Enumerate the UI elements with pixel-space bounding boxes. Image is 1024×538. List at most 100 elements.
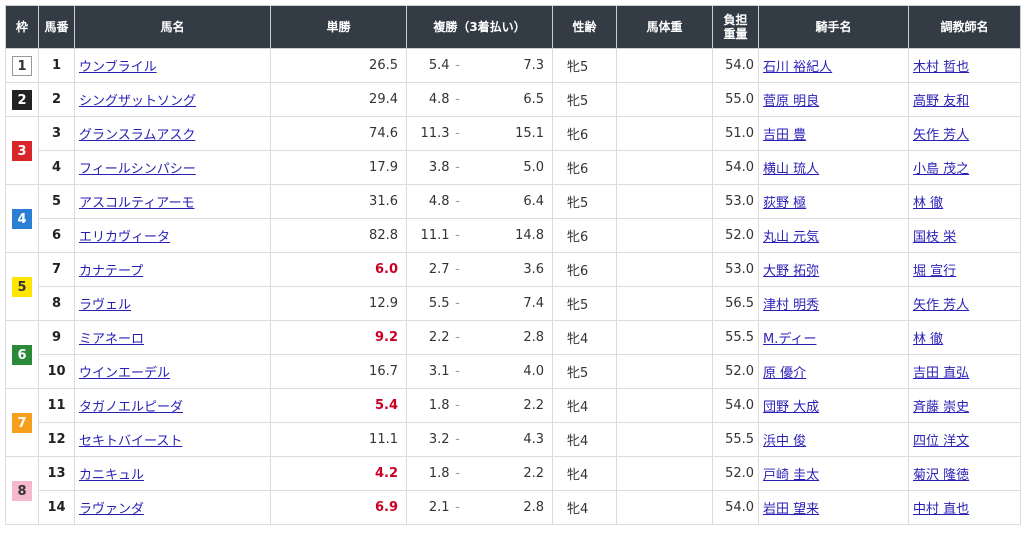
jockey-name-link[interactable]: 岩田 望来 bbox=[763, 502, 819, 517]
trainer-name[interactable]: 堀 宣行 bbox=[908, 252, 1022, 287]
jockey-name-link[interactable]: 大野 拓弥 bbox=[763, 264, 819, 279]
fukusho-min: 4.8 bbox=[406, 82, 452, 117]
jockey-name-link[interactable]: 戸崎 圭太 bbox=[763, 468, 819, 483]
horse-name[interactable]: エリカヴィータ bbox=[74, 218, 271, 253]
sex-age: 牝5 bbox=[552, 82, 618, 117]
fukusho-separator: - bbox=[451, 82, 464, 117]
trainer-name-link[interactable]: 菊沢 隆徳 bbox=[913, 468, 969, 483]
jockey-name[interactable]: 横山 琉人 bbox=[758, 150, 910, 185]
header-jockey: 騎手名 bbox=[758, 5, 910, 49]
jockey-name[interactable]: 団野 大成 bbox=[758, 388, 910, 423]
trainer-name[interactable]: 高野 友和 bbox=[908, 82, 1022, 117]
fukusho-max: 2.2 bbox=[463, 388, 554, 423]
tansho-odds: 6.9 bbox=[270, 490, 407, 525]
jockey-name-link[interactable]: 菅原 明良 bbox=[763, 94, 819, 109]
trainer-name-link[interactable]: 矢作 芳人 bbox=[913, 298, 969, 313]
horse-name-link[interactable]: ラヴァンダ bbox=[79, 502, 144, 517]
horse-name-link[interactable]: ミアネーロ bbox=[79, 332, 144, 347]
trainer-name-link[interactable]: 高野 友和 bbox=[913, 94, 969, 109]
horse-name-link[interactable]: タガノエルピーダ bbox=[79, 400, 183, 415]
jockey-name-link[interactable]: 原 優介 bbox=[763, 366, 806, 381]
horse-name-link[interactable]: グランスラムアスク bbox=[79, 128, 195, 143]
fukusho-separator: - bbox=[451, 150, 464, 185]
fukusho-max: 4.0 bbox=[463, 354, 554, 389]
trainer-name-link[interactable]: 小島 茂之 bbox=[913, 162, 969, 177]
jockey-name-link[interactable]: 団野 大成 bbox=[763, 400, 819, 415]
horse-name-link[interactable]: アスコルティアーモ bbox=[79, 196, 194, 211]
horse-name[interactable]: グランスラムアスク bbox=[74, 116, 271, 151]
trainer-name-link[interactable]: 堀 宣行 bbox=[913, 264, 956, 279]
horse-name[interactable]: ウインエーデル bbox=[74, 354, 271, 389]
jockey-name-link[interactable]: 浜中 俊 bbox=[763, 434, 806, 449]
trainer-name[interactable]: 斉藤 崇史 bbox=[908, 388, 1022, 423]
horse-name[interactable]: ウンブライル bbox=[74, 48, 271, 83]
trainer-name-link[interactable]: 国枝 栄 bbox=[913, 230, 956, 245]
fukusho-separator: - bbox=[451, 388, 464, 423]
trainer-name-link[interactable]: 林 徹 bbox=[913, 196, 943, 211]
trainer-name[interactable]: 国枝 栄 bbox=[908, 218, 1022, 253]
trainer-name[interactable]: 小島 茂之 bbox=[908, 150, 1022, 185]
trainer-name[interactable]: 木村 哲也 bbox=[908, 48, 1022, 83]
jockey-name[interactable]: M.ディー bbox=[758, 320, 910, 355]
horse-name-link[interactable]: ラヴェル bbox=[79, 298, 131, 313]
horse-name[interactable]: アスコルティアーモ bbox=[74, 184, 271, 219]
horse-name[interactable]: ミアネーロ bbox=[74, 320, 271, 355]
trainer-name[interactable]: 林 徹 bbox=[908, 320, 1022, 355]
trainer-name[interactable]: 菊沢 隆徳 bbox=[908, 456, 1022, 491]
horse-name[interactable]: フィールシンパシー bbox=[74, 150, 271, 185]
jockey-name[interactable]: 岩田 望来 bbox=[758, 490, 910, 525]
trainer-name-link[interactable]: 木村 哲也 bbox=[913, 60, 969, 75]
jockey-name-link[interactable]: 津村 明秀 bbox=[763, 298, 819, 313]
jockey-name[interactable]: 原 優介 bbox=[758, 354, 910, 389]
jockey-name[interactable]: 石川 裕紀人 bbox=[758, 48, 910, 83]
jockey-name-link[interactable]: 吉田 豊 bbox=[763, 128, 806, 143]
trainer-name-link[interactable]: 吉田 直弘 bbox=[913, 366, 969, 381]
jockey-name[interactable]: 大野 拓弥 bbox=[758, 252, 910, 287]
trainer-name[interactable]: 矢作 芳人 bbox=[908, 286, 1022, 321]
table-body: 1 1 ウンブライル 26.5 5.4-7.3 牝5 54.0 石川 裕紀人 木村 哲也 2 2 シン… bbox=[5, 48, 1022, 525]
horse-name[interactable]: タガノエルピーダ bbox=[74, 388, 271, 423]
sex-age: 牝5 bbox=[552, 354, 618, 389]
jockey-name[interactable]: 浜中 俊 bbox=[758, 422, 910, 457]
jockey-name[interactable]: 荻野 極 bbox=[758, 184, 910, 219]
jockey-name[interactable]: 戸崎 圭太 bbox=[758, 456, 910, 491]
jockey-name-link[interactable]: 横山 琉人 bbox=[763, 162, 819, 177]
horse-name[interactable]: ラヴェル bbox=[74, 286, 271, 321]
fukusho-min: 11.1 bbox=[406, 218, 452, 253]
trainer-name-link[interactable]: 四位 洋文 bbox=[913, 434, 969, 449]
jockey-name[interactable]: 津村 明秀 bbox=[758, 286, 910, 321]
sex-age: 牝5 bbox=[552, 184, 618, 219]
horse-name[interactable]: ラヴァンダ bbox=[74, 490, 271, 525]
jockey-name-link[interactable]: 荻野 極 bbox=[763, 196, 806, 211]
horse-name[interactable]: セキトバイースト bbox=[74, 422, 271, 457]
horse-name-link[interactable]: フィールシンパシー bbox=[79, 162, 196, 177]
horse-name-link[interactable]: エリカヴィータ bbox=[79, 230, 170, 245]
trainer-name[interactable]: 吉田 直弘 bbox=[908, 354, 1022, 389]
jockey-name-link[interactable]: 丸山 元気 bbox=[763, 230, 819, 245]
trainer-name[interactable]: 四位 洋文 bbox=[908, 422, 1022, 457]
horse-name[interactable]: シングザットソング bbox=[74, 82, 271, 117]
trainer-name-link[interactable]: 林 徹 bbox=[913, 332, 943, 347]
jockey-name-link[interactable]: M.ディー bbox=[763, 332, 816, 347]
horse-name-link[interactable]: シングザットソング bbox=[79, 94, 196, 109]
trainer-name[interactable]: 林 徹 bbox=[908, 184, 1022, 219]
trainer-name[interactable]: 矢作 芳人 bbox=[908, 116, 1022, 151]
horse-name-link[interactable]: ウンブライル bbox=[79, 60, 157, 75]
fukusho-min: 2.7 bbox=[406, 252, 452, 287]
horse-name-link[interactable]: セキトバイースト bbox=[79, 434, 182, 449]
jockey-name[interactable]: 吉田 豊 bbox=[758, 116, 910, 151]
horse-name-link[interactable]: カニキュル bbox=[79, 468, 144, 483]
horse-name[interactable]: カナテープ bbox=[74, 252, 271, 287]
horse-name[interactable]: カニキュル bbox=[74, 456, 271, 491]
jockey-name-link[interactable]: 石川 裕紀人 bbox=[763, 60, 832, 75]
waku-cell: 4 bbox=[5, 184, 39, 253]
horse-name-link[interactable]: カナテープ bbox=[79, 264, 143, 279]
trainer-name-link[interactable]: 矢作 芳人 bbox=[913, 128, 969, 143]
trainer-name[interactable]: 中村 直也 bbox=[908, 490, 1022, 525]
carried-weight: 56.5 bbox=[712, 286, 760, 321]
jockey-name[interactable]: 菅原 明良 bbox=[758, 82, 910, 117]
jockey-name[interactable]: 丸山 元気 bbox=[758, 218, 910, 253]
trainer-name-link[interactable]: 斉藤 崇史 bbox=[913, 400, 969, 415]
trainer-name-link[interactable]: 中村 直也 bbox=[913, 502, 969, 517]
horse-name-link[interactable]: ウインエーデル bbox=[79, 366, 170, 381]
